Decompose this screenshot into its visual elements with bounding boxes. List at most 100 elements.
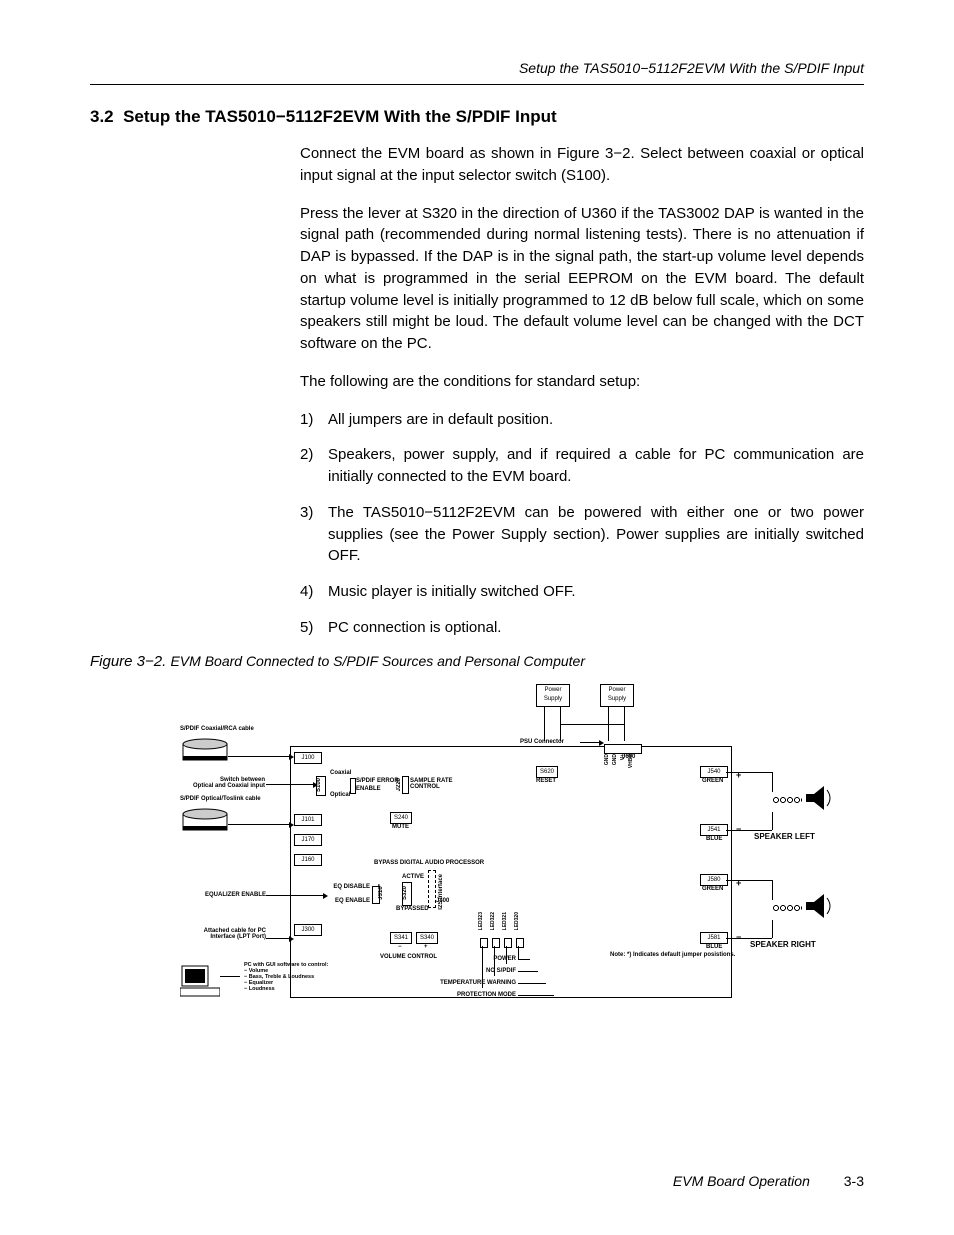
figure-diagram: Power Supply Power Supply PSU Connector … — [180, 684, 870, 1054]
j540: J540 — [700, 766, 728, 778]
speaker-wire-coil — [772, 796, 802, 804]
equalizer-enable-label: EQUALIZER ENABLE — [170, 892, 266, 898]
reset-label: RESET — [536, 778, 556, 784]
s620: S620 — [536, 766, 558, 778]
j100: J100 — [294, 752, 322, 764]
section-title: Setup the TAS5010−5112F2EVM With the S/P… — [123, 107, 557, 126]
j580: J580 — [700, 874, 728, 886]
j541: J541 — [700, 824, 728, 836]
switch-between-label: Switch between Optical and Coaxial input — [170, 777, 265, 789]
i2s-label: I2S Interface — [438, 874, 444, 910]
paragraph-2: Press the lever at S320 in the direction… — [300, 203, 864, 355]
green-label: GREEN — [702, 886, 723, 892]
s340: S340 — [416, 932, 438, 944]
list-text: Music player is initially switched OFF. — [328, 581, 864, 603]
speaker-left-label: SPEAKER LEFT — [754, 832, 815, 841]
led-prot: PROTECTION MODE — [420, 992, 516, 998]
coaxial-label: Coaxial — [330, 770, 351, 776]
pin-vplus: V+ — [620, 754, 626, 760]
list-number: 4) — [300, 581, 328, 603]
list-item: 4) Music player is initially switched OF… — [300, 581, 864, 603]
attached-cable-label: Attached cable for PC Interface (LPT Por… — [170, 928, 266, 940]
figure-number: Figure 3−2. — [90, 653, 166, 670]
s341: S341 — [390, 932, 412, 944]
s240: S240 — [390, 812, 412, 824]
list-text: Speakers, power supply, and if required … — [328, 444, 864, 488]
speaker-icon — [804, 784, 834, 812]
spdif-error-label: S/PDIF ERROR — [356, 778, 399, 784]
volume-control-label: VOLUME CONTROL — [380, 954, 437, 960]
bypass-dap-label: BYPASS DIGITAL AUDIO PROCESSOR — [374, 860, 484, 866]
minus-label: − — [736, 824, 741, 834]
power-supply-box: Power Supply — [600, 684, 634, 707]
j160: J160 — [294, 854, 322, 866]
j400 — [428, 870, 436, 908]
led-power: POWER — [440, 956, 516, 962]
list-item: 5) PC connection is optional. — [300, 617, 864, 639]
green-label: GREEN — [702, 778, 723, 784]
ordered-list: 1) All jumpers are in default position. … — [300, 409, 864, 639]
paragraph-3: The following are the conditions for sta… — [300, 371, 864, 393]
pin-gnd: GND — [604, 754, 610, 765]
pc-icon — [180, 964, 220, 998]
j220 — [402, 776, 409, 794]
list-text: PC connection is optional. — [328, 617, 864, 639]
spdif-coax-label: S/PDIF Coaxial/RCA cable — [180, 726, 254, 732]
eq-disable-label: EQ DISABLE — [310, 884, 370, 890]
pin-gnd: GND — [612, 754, 618, 765]
j101: J101 — [294, 814, 322, 826]
note-label: Note: *) Indicates default jumper posist… — [610, 952, 735, 958]
j310-label: J310* — [378, 884, 384, 900]
led322-label: LED322 — [490, 912, 496, 930]
list-text: All jumpers are in default position. — [328, 409, 864, 431]
vol-minus: − — [398, 944, 402, 950]
list-number: 2) — [300, 444, 328, 488]
led323-label: LED323 — [478, 912, 484, 930]
list-number: 1) — [300, 409, 328, 431]
vol-plus: + — [424, 944, 428, 950]
running-header: Setup the TAS5010−5112F2EVM With the S/P… — [90, 60, 864, 76]
led-temp: TEMPERATURE WARNING — [410, 980, 516, 986]
page-footer: EVM Board Operation 3-3 — [673, 1173, 864, 1189]
list-number: 5) — [300, 617, 328, 639]
bypassed-label: BYPASSED — [396, 906, 429, 912]
spdif-optical-label: S/PDIF Optical/Toslink cable — [180, 796, 261, 802]
pin-vhbr: VHBR — [628, 754, 634, 768]
optical-label: Optical — [330, 792, 350, 798]
footer-page: 3-3 — [844, 1173, 864, 1189]
speaker-right-label: SPEAKER RIGHT — [750, 940, 816, 949]
led-no-spdif: NO S/PDIF — [440, 968, 516, 974]
header-rule — [90, 84, 864, 85]
cd-drive-icon — [182, 738, 228, 762]
list-item: 3) The TAS5010−5112F2EVM can be powered … — [300, 502, 864, 567]
footer-title: EVM Board Operation — [673, 1173, 810, 1189]
list-item: 2) Speakers, power supply, and if requir… — [300, 444, 864, 488]
enable-label: ENABLE — [356, 786, 381, 792]
led-spdif-error — [350, 778, 356, 794]
blue-label: BLUE — [706, 836, 722, 842]
psu-connector — [604, 744, 642, 754]
paragraph-1: Connect the EVM board as shown in Figure… — [300, 143, 864, 187]
psu-connector-label: PSU Connector — [520, 739, 564, 745]
pc-software-text: PC with GUI software to control: − Volum… — [244, 962, 328, 992]
mute-label: MUTE — [392, 824, 409, 830]
s100-label: S100 — [316, 778, 322, 792]
figure-title: EVM Board Connected to S/PDIF Sources an… — [170, 653, 585, 669]
j300: J300 — [294, 924, 322, 936]
figure-caption: Figure 3−2. EVM Board Connected to S/PDI… — [90, 653, 864, 670]
section-number: 3.2 — [90, 107, 114, 126]
s320-label: S320 — [402, 886, 408, 900]
power-supply-box: Power Supply — [536, 684, 570, 707]
eq-enable-label: EQ ENABLE — [310, 898, 370, 904]
led320-label: LED320 — [514, 912, 520, 930]
blue-label: BLUE — [706, 944, 722, 950]
sample-rate-label: SAMPLE RATE CONTROL — [410, 778, 453, 790]
j170: J170 — [294, 834, 322, 846]
active-label: ACTIVE — [402, 874, 424, 880]
section-heading: 3.2 Setup the TAS5010−5112F2EVM With the… — [90, 107, 864, 127]
speaker-wire-coil — [772, 904, 802, 912]
list-text: The TAS5010−5112F2EVM can be powered wit… — [328, 502, 864, 567]
list-item: 1) All jumpers are in default position. — [300, 409, 864, 431]
minus-label: − — [736, 932, 741, 942]
cd-drive-icon — [182, 808, 228, 832]
